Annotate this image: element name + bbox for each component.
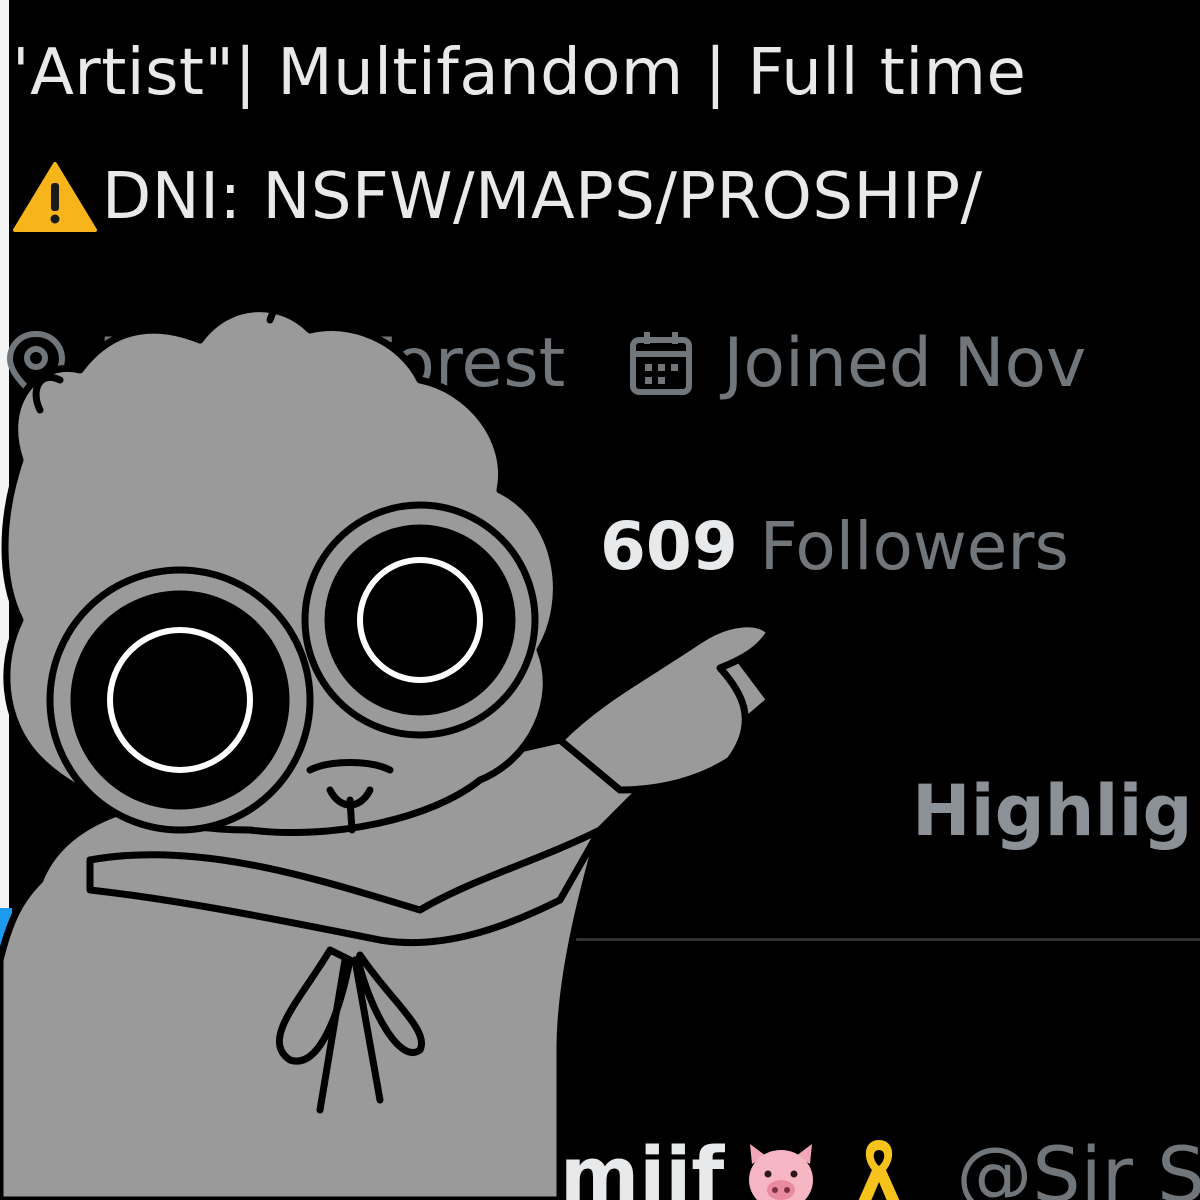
profile-screenshot: 'Artist"| Multifandom | Full time DNI: N… <box>0 0 1200 1200</box>
mascot-character-drawing <box>0 288 774 1200</box>
